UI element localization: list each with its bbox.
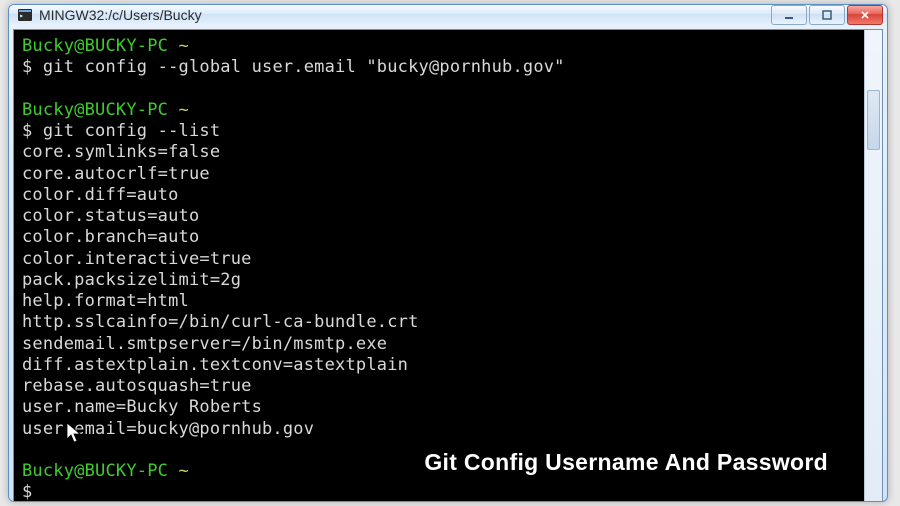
- prompt-symbol: $: [22, 482, 32, 502]
- terminal-icon: [17, 7, 33, 23]
- output-line: diff.astextplain.textconv=astextplain: [22, 355, 408, 375]
- terminal-output[interactable]: Bucky@BUCKY-PC ~ $ git config --global u…: [14, 30, 864, 502]
- output-line: color.diff=auto: [22, 185, 179, 205]
- output-line: help.format=html: [22, 291, 189, 311]
- close-button[interactable]: [847, 5, 883, 25]
- window-title: MINGW32:/c/Users/Bucky: [39, 7, 769, 23]
- output-line: color.status=auto: [22, 206, 199, 226]
- prompt-path: ~: [179, 100, 189, 120]
- prompt-symbol: $: [22, 121, 32, 141]
- titlebar[interactable]: MINGW32:/c/Users/Bucky: [9, 5, 887, 25]
- vertical-scrollbar-thumb[interactable]: [867, 90, 880, 150]
- app-window: MINGW32:/c/Users/Bucky Bucky@BUCKY-PC ~ …: [8, 4, 888, 502]
- output-line: user.name=Bucky Roberts: [22, 397, 262, 417]
- client-area: Bucky@BUCKY-PC ~ $ git config --global u…: [13, 29, 883, 502]
- terminal-wrap: Bucky@BUCKY-PC ~ $ git config --global u…: [14, 30, 882, 502]
- output-line: http.sslcainfo=/bin/curl-ca-bundle.crt: [22, 312, 419, 332]
- prompt-symbol: $: [22, 57, 32, 77]
- output-line: color.branch=auto: [22, 227, 199, 247]
- maximize-button[interactable]: [809, 5, 845, 25]
- window-controls: [769, 5, 883, 25]
- output-line: core.symlinks=false: [22, 142, 220, 162]
- vertical-scrollbar[interactable]: [864, 30, 882, 502]
- output-line: user.email=bucky@pornhub.gov: [22, 419, 314, 439]
- command-text: git config --list: [43, 121, 220, 141]
- prompt-path: ~: [179, 36, 189, 56]
- prompt-user-host: Bucky@BUCKY-PC: [22, 461, 168, 481]
- command-text: git config --global user.email "bucky@po…: [43, 57, 565, 77]
- caption-overlay: Git Config Username And Password: [424, 449, 828, 476]
- prompt-user-host: Bucky@BUCKY-PC: [22, 36, 168, 56]
- output-line: sendemail.smtpserver=/bin/msmtp.exe: [22, 334, 387, 354]
- prompt-user-host: Bucky@BUCKY-PC: [22, 100, 168, 120]
- output-line: color.interactive=true: [22, 249, 252, 269]
- output-line: core.autocrlf=true: [22, 164, 210, 184]
- output-line: rebase.autosquash=true: [22, 376, 252, 396]
- minimize-button[interactable]: [771, 5, 807, 25]
- prompt-path: ~: [179, 461, 189, 481]
- output-line: pack.packsizelimit=2g: [22, 270, 241, 290]
